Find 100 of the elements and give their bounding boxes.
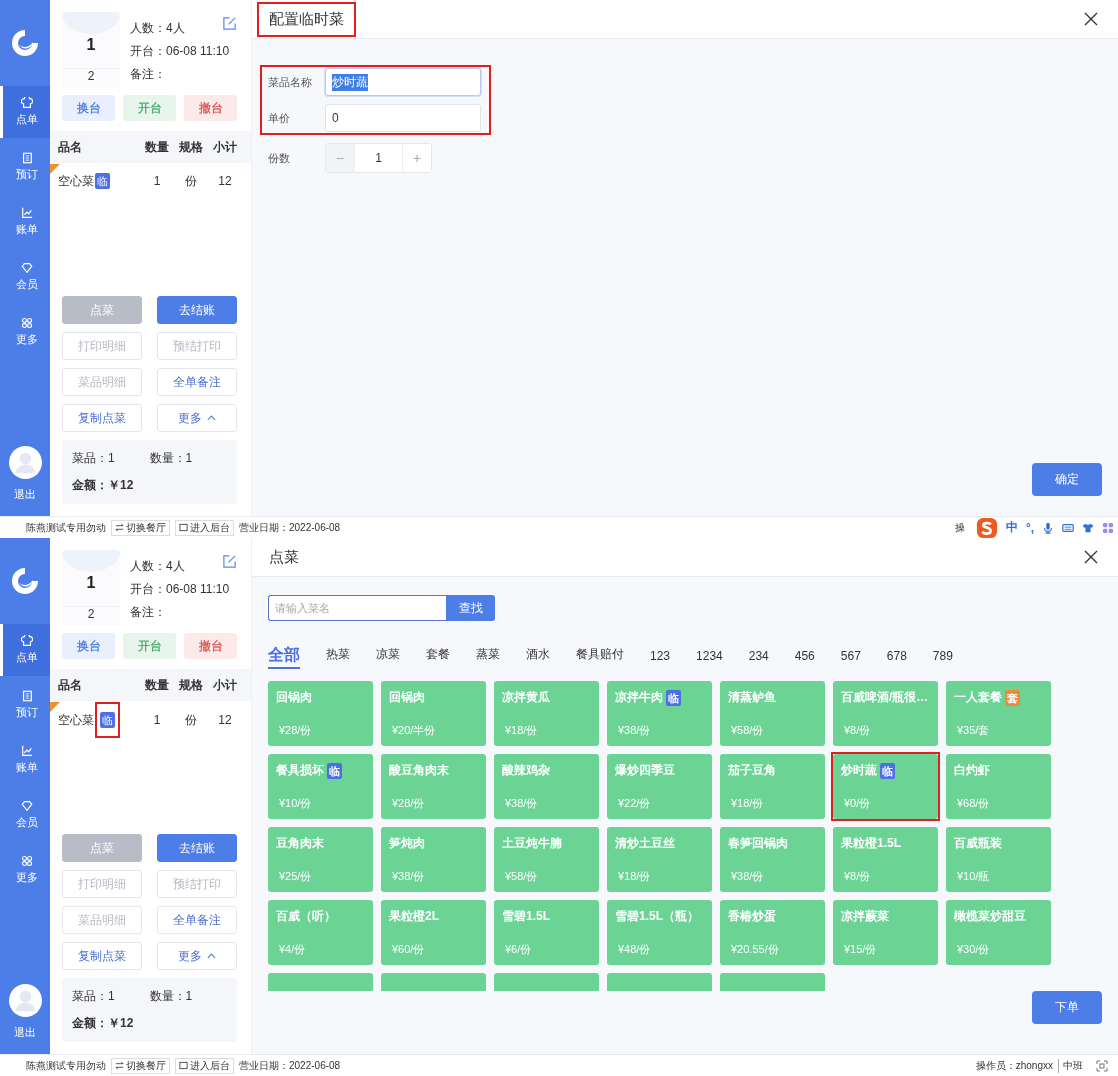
- dish-name: 清蒸鲈鱼: [728, 689, 776, 706]
- dish-price: ¥58/份: [504, 869, 539, 884]
- dish-card[interactable]: 餐具损坏 临 ¥10/份: [268, 754, 373, 819]
- input-field[interactable]: 0: [325, 104, 481, 132]
- quantity-stepper[interactable]: − 1 +: [325, 143, 432, 173]
- guest-count: 人数：4人: [130, 20, 186, 37]
- category-tab[interactable]: 热菜: [326, 646, 350, 669]
- nav-item[interactable]: 会员: [0, 789, 50, 841]
- category-tab[interactable]: 678: [886, 649, 907, 669]
- nav-item[interactable]: 更多: [0, 844, 50, 896]
- dish-card[interactable]: 炒时蔬 临 ¥0/份: [833, 754, 938, 819]
- corner-marker-icon: [50, 164, 60, 174]
- table-action-button[interactable]: 换台: [62, 95, 115, 121]
- fullscreen-icon[interactable]: [1096, 1059, 1108, 1072]
- corner-marker-icon: [50, 702, 60, 712]
- close-icon[interactable]: [1084, 550, 1098, 564]
- temp-tag: 临: [100, 712, 115, 728]
- table-action-button[interactable]: 撤台: [184, 633, 237, 659]
- table-action-button[interactable]: 换台: [62, 633, 115, 659]
- category-tab[interactable]: 蒸菜: [476, 646, 500, 669]
- dish-price: ¥28/份: [391, 796, 426, 811]
- status-button[interactable]: 进入后台: [175, 519, 234, 536]
- dish-card[interactable]: 凉拌牛肉 临 ¥38/份: [607, 681, 712, 746]
- action-button[interactable]: 更多: [157, 404, 237, 432]
- dish-name: 雪碧1.5L（瓶）: [615, 908, 699, 925]
- action-button[interactable]: 去结账: [157, 834, 237, 862]
- dish-price: ¥18/份: [617, 869, 652, 884]
- operator-label: 操作员：zhongxx: [975, 1058, 1053, 1073]
- dish-name: 百威（听）: [276, 908, 336, 925]
- shirt-icon[interactable]: [1082, 521, 1095, 534]
- logout-button[interactable]: 退出: [0, 446, 50, 516]
- dish-price: ¥30/份: [956, 942, 991, 957]
- nav-item[interactable]: 预订: [0, 679, 50, 731]
- action-button[interactable]: 复制点菜: [62, 942, 142, 970]
- nav-item[interactable]: 账单: [0, 734, 50, 786]
- field-label: 份数: [268, 150, 291, 166]
- category-tab[interactable]: 全部: [268, 645, 300, 669]
- category-tab[interactable]: 456: [794, 649, 815, 669]
- edit-icon[interactable]: [222, 554, 237, 569]
- category-tab[interactable]: 凉菜: [376, 646, 400, 669]
- dish-name: 炒时蔬: [841, 762, 877, 779]
- status-button[interactable]: 切换餐厅: [111, 1057, 170, 1074]
- table-action-button[interactable]: 开台: [123, 633, 176, 659]
- nav-item[interactable]: 更多: [0, 306, 50, 358]
- action-button[interactable]: 全单备注: [157, 906, 237, 934]
- close-icon[interactable]: [1084, 12, 1098, 26]
- store-name: 陈燕测试专用勿动: [26, 520, 106, 535]
- search-button[interactable]: 查找: [446, 595, 495, 621]
- dish-price: ¥68/份: [956, 796, 991, 811]
- category-tab[interactable]: 酒水: [526, 646, 550, 669]
- grid-icon[interactable]: [1102, 521, 1115, 534]
- confirm-button[interactable]: 确定: [1032, 463, 1102, 496]
- table-cell-text: 份: [184, 711, 198, 729]
- nav-item[interactable]: 账单: [0, 196, 50, 248]
- status-button[interactable]: 切换餐厅: [111, 519, 170, 536]
- decrease-button[interactable]: −: [326, 144, 354, 172]
- diamond-icon: [20, 262, 33, 274]
- dish-card[interactable]: 一人套餐 套 ¥35/套: [946, 681, 1051, 746]
- input-field[interactable]: 炒时蔬: [325, 68, 481, 96]
- logout-button[interactable]: 退出: [0, 984, 50, 1054]
- action-button[interactable]: 更多: [157, 942, 237, 970]
- shift-label: 中班: [1058, 1058, 1083, 1073]
- dish-price: ¥18/份: [504, 723, 539, 738]
- dialog-title: 配置临时菜: [257, 1, 356, 37]
- category-tab[interactable]: 1234: [696, 649, 723, 669]
- guest-count: 人数：4人: [130, 558, 186, 575]
- submit-order-button[interactable]: 下单: [1032, 991, 1102, 1024]
- nav-item[interactable]: 点单: [0, 624, 50, 676]
- table-action-button[interactable]: 开台: [123, 95, 176, 121]
- column-header: 小计: [212, 138, 238, 156]
- search-field[interactable]: 请输入菜名: [268, 595, 446, 621]
- grid-icon: [20, 855, 33, 867]
- category-tab[interactable]: 餐具赔付: [576, 646, 624, 669]
- dish-price: ¥38/份: [391, 869, 426, 884]
- dish-name: 果粒橙2L: [389, 908, 439, 925]
- table-number: 1: [86, 36, 96, 54]
- category-tab[interactable]: 789: [932, 649, 953, 669]
- table-action-button[interactable]: 撤台: [184, 95, 237, 121]
- action-button[interactable]: 去结账: [157, 296, 237, 324]
- dish-name: 橄榄菜炒甜豆: [954, 908, 1026, 925]
- category-tab[interactable]: 套餐: [426, 646, 450, 669]
- chart-icon: [20, 207, 33, 219]
- dish-name: 空心菜: [58, 172, 94, 190]
- nav-item[interactable]: 点单: [0, 86, 50, 138]
- keyboard-icon[interactable]: [1062, 521, 1075, 534]
- category-tab[interactable]: 234: [748, 649, 769, 669]
- nav-item[interactable]: 预订: [0, 141, 50, 193]
- category-tab[interactable]: 567: [840, 649, 861, 669]
- ime-mode-button[interactable]: °,: [1026, 520, 1035, 535]
- status-button[interactable]: 进入后台: [175, 1057, 234, 1074]
- action-button[interactable]: 复制点菜: [62, 404, 142, 432]
- ime-logo-icon[interactable]: [976, 516, 998, 539]
- edit-icon[interactable]: [222, 16, 237, 31]
- action-button[interactable]: 全单备注: [157, 368, 237, 396]
- ime-mode-button[interactable]: 中: [1006, 519, 1018, 536]
- note-label: 备注：: [130, 604, 167, 621]
- category-tab[interactable]: 123: [650, 649, 671, 669]
- microphone-icon[interactable]: [1042, 521, 1055, 534]
- dish-name: 春笋回锅肉: [728, 835, 788, 852]
- nav-item[interactable]: 会员: [0, 251, 50, 303]
